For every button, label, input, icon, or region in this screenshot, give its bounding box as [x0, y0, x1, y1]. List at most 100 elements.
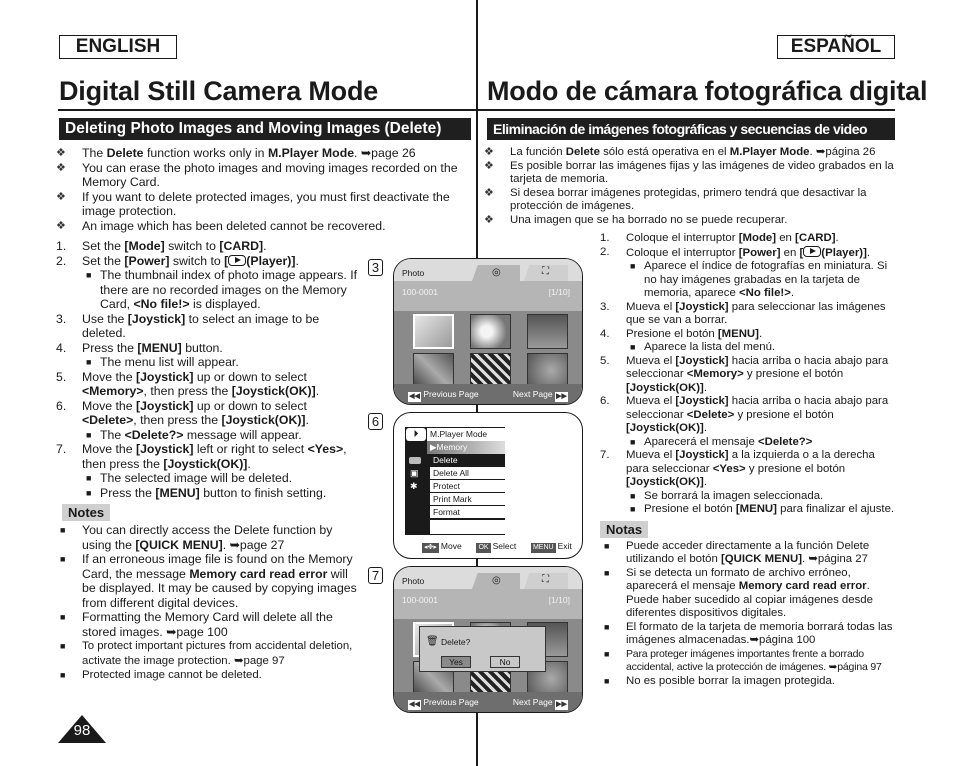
tv-icon: ▣	[410, 468, 419, 478]
diamond-bullet-icon: ❖	[484, 186, 494, 199]
step-subitem: ■ The selected image will be deleted.	[86, 471, 293, 485]
camcorder-icon: ⛶	[542, 266, 549, 277]
skip-back-icon: ◀◀	[408, 392, 421, 402]
menu-item-print-mark[interactable]: Print Mark	[430, 493, 505, 506]
mode-label: Photo	[402, 576, 425, 586]
intro-item: ❖ Es posible borrar las imágenes fijas y …	[484, 159, 894, 186]
menu-item-memory[interactable]: ▶Memory	[427, 441, 505, 454]
memory-card-icon	[409, 457, 421, 464]
menu-item-delete-all[interactable]: Delete All	[430, 467, 505, 480]
note-item: ■ Puede acceder directamente a la función…	[604, 539, 870, 566]
page-title-es: Modo de cámara fotográfica digital	[487, 76, 928, 106]
camera-icon: ◎	[492, 575, 501, 586]
steps-list-es: 1. Coloque el interruptor [Mode] en [CARD…	[600, 232, 900, 688]
intro-list-es: ❖ La función Delete sólo está operativa e…	[484, 146, 899, 227]
thumbnail[interactable]	[470, 314, 511, 349]
step-subitem: ■ Presione el botón [MENU] para finalizar…	[630, 503, 895, 515]
next-page-button[interactable]: Next Page ▶▶	[513, 697, 568, 710]
menu-header: M.Player Mode	[427, 428, 505, 441]
note-item: ■ If an erroneous image file is found on …	[60, 552, 357, 610]
step-item: 5. Mueva el [Joystick] hacia arriba o hac…	[600, 354, 889, 394]
step-item: 3. Mueva el [Joystick] para seleccionar l…	[600, 300, 886, 327]
step-number-badge: 7	[368, 567, 383, 584]
steps-list-en: 1. Set the [Mode] switch to [CARD]. 2. Set…	[56, 239, 361, 683]
image-counter: [1/10]	[548, 287, 570, 297]
section-header-es: Eliminación de imágenes fotográficas y s…	[487, 118, 895, 159]
square-bullet-icon: ■	[86, 487, 92, 498]
page-number: 98	[73, 722, 91, 739]
thumbnail-grid	[394, 311, 582, 388]
dialog-message: Delete?	[441, 637, 471, 647]
next-page-button[interactable]: Next Page ▶▶	[513, 389, 568, 402]
skip-forward-icon: ▶▶	[555, 392, 568, 402]
section-header-en: Deleting Photo Images and Moving Images …	[59, 118, 471, 140]
page-title-en: Digital Still Camera Mode	[59, 76, 379, 106]
note-item: ■ Protected image cannot be deleted.	[60, 669, 262, 681]
diamond-bullet-icon: ❖	[484, 213, 494, 226]
intro-list-en: ❖ The Delete function works only in M.Pla…	[56, 146, 471, 233]
folder-number: 100-0001	[402, 287, 438, 297]
language-label-espanol: ESPAÑOL	[777, 35, 895, 59]
thumbnail[interactable]	[413, 353, 454, 388]
square-bullet-icon: ■	[604, 675, 610, 686]
square-bullet-icon: ■	[604, 648, 610, 659]
square-bullet-icon: ■	[86, 270, 92, 280]
square-bullet-icon: ■	[60, 612, 66, 622]
diamond-bullet-icon: ❖	[484, 146, 494, 158]
ok-key-icon: OK	[476, 543, 491, 553]
square-bullet-icon: ■	[630, 490, 636, 501]
step-subitem: ■ Aparece la lista del menú.	[630, 341, 776, 353]
square-bullet-icon: ■	[604, 621, 610, 632]
skip-back-icon: ◀◀	[408, 700, 421, 710]
step-subitem: ■ The thumbnail index of photo image appe…	[86, 268, 358, 311]
square-bullet-icon: ■	[86, 473, 92, 483]
step-item: 7. Move the [Joystick] left or right to s…	[56, 442, 347, 471]
no-button[interactable]: No	[490, 656, 520, 668]
square-bullet-icon: ■	[630, 342, 636, 352]
note-item: ■ You can directly access the Delete func…	[60, 523, 333, 552]
step-item: 2. Set the [Power] switch to [(Player)].	[56, 253, 299, 268]
step-subitem: ■ Se borrará la imagen seleccionada.	[630, 489, 824, 502]
square-bullet-icon: ■	[604, 567, 610, 578]
menu-item-format[interactable]: Format	[430, 506, 505, 519]
skip-forward-icon: ▶▶	[555, 700, 568, 710]
step-item: 2. Coloque el interruptor [Power] en [(Pl…	[600, 245, 871, 259]
menu-item-delete[interactable]: Delete	[430, 454, 505, 467]
step-subitem: ■ The <Delete?> message will appear.	[86, 427, 302, 442]
folder-number: 100-0001	[402, 595, 438, 605]
thumbnail[interactable]	[470, 353, 511, 388]
step-item: 6. Move the [Joystick] up or down to sele…	[56, 398, 309, 428]
step-subitem: ■ The menu list will appear.	[86, 355, 239, 369]
diamond-bullet-icon: ❖	[56, 219, 66, 232]
square-bullet-icon: ■	[60, 554, 66, 564]
step-subitem: ■ Aparecerá el mensaje <Delete?>	[630, 435, 813, 448]
joystick-icon: ◂✥▸	[422, 543, 439, 553]
square-bullet-icon: ■	[60, 641, 66, 651]
yes-button[interactable]: Yes	[441, 656, 471, 668]
thumbnail[interactable]	[527, 314, 568, 349]
note-item: ■ Para proteger imágenes importantes fren…	[604, 647, 882, 674]
step-number-badge: 3	[368, 259, 383, 276]
square-bullet-icon: ■	[60, 525, 66, 535]
note-item: ■ El formato de la tarjeta de memoria bor…	[604, 620, 893, 647]
thumbnail[interactable]	[527, 353, 568, 388]
thumbnail-selected[interactable]	[413, 314, 454, 349]
title-underline-en	[58, 109, 476, 111]
lcd-screen-thumbnail-index: Photo ◎ ⛶ 100-0001 [1/10] ◀◀ Previous Pa…	[393, 258, 583, 405]
image-counter: [1/10]	[548, 595, 570, 605]
square-bullet-icon: ■	[630, 504, 636, 514]
square-bullet-icon: ■	[86, 357, 92, 367]
step-subitem: ■ Aparece el índice de fotografías en min…	[630, 260, 888, 299]
step-item: 1. Coloque el interruptor [Mode] en [CARD…	[600, 232, 839, 244]
note-item: ■ No es posible borrar la imagen protegid…	[604, 674, 835, 687]
square-bullet-icon: ■	[630, 261, 636, 271]
intro-item: ❖ An image which has been deleted cannot …	[56, 218, 386, 233]
step-number-badge: 6	[368, 413, 383, 430]
previous-page-button[interactable]: ◀◀ Previous Page	[408, 697, 479, 710]
square-bullet-icon: ■	[60, 670, 66, 680]
menu-item-protect[interactable]: Protect	[430, 480, 505, 493]
diamond-bullet-icon: ❖	[56, 161, 66, 174]
note-item: ■ Formatting the Memory Card will delete …	[60, 610, 333, 639]
screen-footer: ◀◀ Previous Page Next Page ▶▶	[394, 384, 582, 404]
previous-page-button[interactable]: ◀◀ Previous Page	[408, 389, 479, 402]
